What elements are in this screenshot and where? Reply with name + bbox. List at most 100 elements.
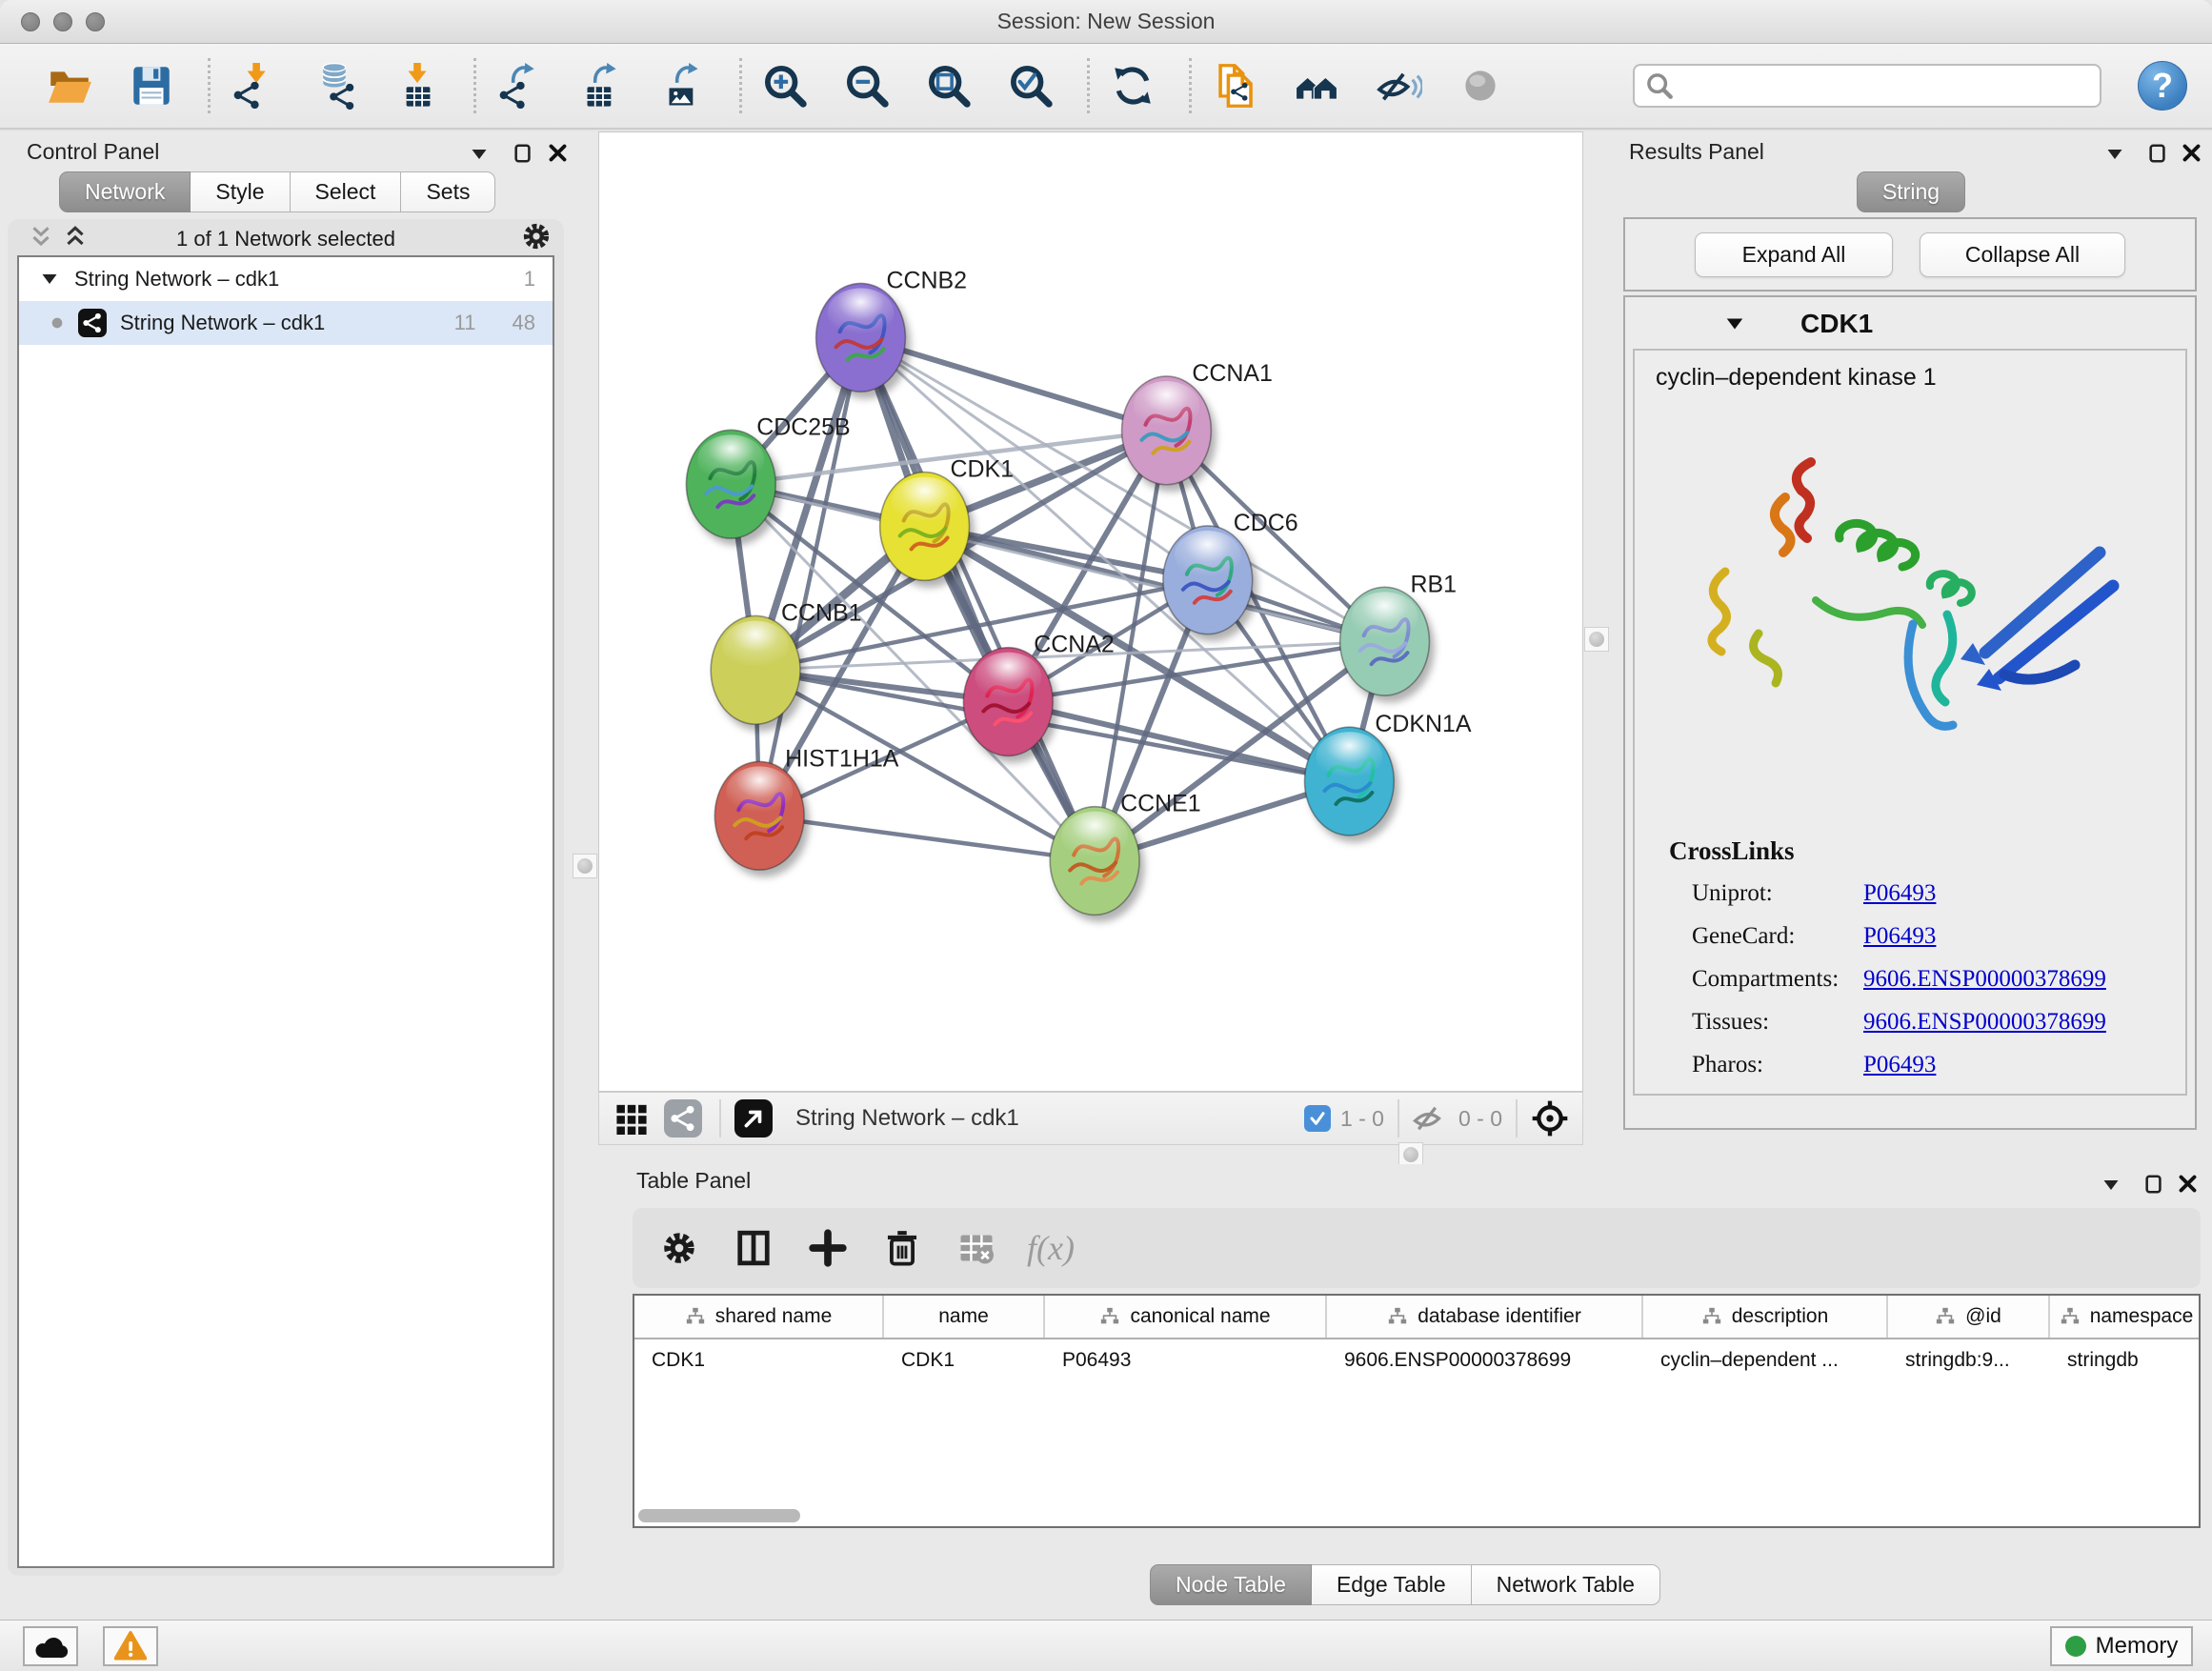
netbar-divider (719, 1099, 721, 1137)
show-grid-button[interactable] (613, 1099, 651, 1137)
detach-view-button[interactable] (734, 1099, 773, 1137)
search-input[interactable] (1680, 73, 2088, 98)
network-node-cdc25b[interactable]: CDC25B (686, 413, 850, 538)
apply-layout-button[interactable] (1107, 58, 1158, 113)
close-panel-icon[interactable] (547, 143, 568, 163)
horizontal-scrollbar-thumb[interactable] (638, 1509, 800, 1522)
network-node-hist1h1a[interactable]: HIST1H1A (714, 745, 898, 870)
cell-namespace[interactable]: stringdb (2050, 1339, 2201, 1381)
network-node-ccnb1[interactable]: CCNB1 (711, 599, 861, 724)
network-edge[interactable] (861, 337, 1167, 431)
cloud-status-button[interactable] (23, 1626, 78, 1666)
warnings-button[interactable] (103, 1626, 158, 1666)
import-network-from-file-button[interactable] (228, 58, 279, 113)
selected-nodes-checkbox[interactable] (1304, 1105, 1331, 1132)
cell-database-identifier[interactable]: 9606.ENSP00000378699 (1327, 1339, 1643, 1381)
cell-description[interactable]: cyclin–dependent ... (1643, 1339, 1888, 1381)
first-neighbors-button[interactable] (1291, 58, 1342, 113)
network-node-rb1[interactable]: RB1 (1340, 571, 1457, 695)
zoom-fit-button[interactable] (923, 58, 975, 113)
node-gloss-highlight (892, 477, 958, 527)
minimize-panel-icon[interactable] (2143, 1174, 2164, 1195)
new-network-from-selection-button[interactable] (1209, 58, 1260, 113)
left-splitter[interactable] (572, 131, 598, 1620)
crosslink-link[interactable]: 9606.ENSP00000378699 (1863, 1009, 2106, 1036)
show-columns-button[interactable] (730, 1224, 777, 1272)
tab-network[interactable]: Network (59, 171, 191, 212)
import-table-from-file-button[interactable] (392, 58, 443, 113)
export-table-button[interactable] (575, 58, 627, 113)
crosslink-link[interactable]: 9606.ENSP00000378699 (1863, 966, 2106, 993)
birds-eye-crosshair-icon[interactable] (1531, 1099, 1569, 1137)
delete-table-button[interactable] (953, 1224, 1000, 1272)
collapse-entry-triangle-icon[interactable] (1724, 313, 1745, 334)
open-session-button[interactable] (44, 58, 95, 113)
network-tree: String Network – cdk1 1 String Network –… (17, 255, 554, 1568)
cell-name[interactable]: CDK1 (884, 1339, 1045, 1381)
expand-all-button[interactable]: Expand All (1695, 232, 1893, 277)
network-options-gear-icon[interactable] (522, 222, 551, 251)
cell-id[interactable]: stringdb:9... (1888, 1339, 2050, 1381)
network-node-ccna1[interactable]: CCNA1 (1122, 360, 1273, 485)
float-panel-icon[interactable] (2105, 145, 2124, 164)
float-panel-icon[interactable] (469, 145, 490, 164)
tab-sets[interactable]: Sets (401, 171, 495, 212)
help-button[interactable]: ? (2138, 61, 2187, 111)
tab-network-table[interactable]: Network Table (1472, 1564, 1660, 1605)
save-session-button[interactable] (126, 58, 177, 113)
column-header[interactable]: canonical name (1045, 1296, 1327, 1338)
network-tree-child-row[interactable]: String Network – cdk1 11 48 (19, 301, 553, 345)
export-network-button[interactable] (493, 58, 545, 113)
import-network-from-database-button[interactable] (310, 58, 361, 113)
network-tree-root-row[interactable]: String Network – cdk1 1 (19, 257, 553, 301)
network-view-canvas[interactable]: CCNB2CCNA1CDC25BCDK1CDC6RB1CCNB1CCNA2CDK… (598, 131, 1583, 1092)
network-graph[interactable]: CCNB2CCNA1CDC25BCDK1CDC6RB1CCNB1CCNA2CDK… (599, 132, 1582, 1091)
zoom-in-button[interactable] (759, 58, 811, 113)
zoom-out-button[interactable] (841, 58, 893, 113)
cell-shared-name[interactable]: CDK1 (634, 1339, 884, 1381)
column-header[interactable]: shared name (634, 1296, 884, 1338)
network-edge[interactable] (861, 337, 1096, 860)
show-all-button[interactable] (1455, 58, 1506, 113)
add-column-button[interactable] (804, 1224, 852, 1272)
column-header[interactable]: database identifier (1327, 1296, 1643, 1338)
zoom-selected-button[interactable] (1005, 58, 1056, 113)
table-options-gear-button[interactable] (655, 1224, 703, 1272)
memory-button[interactable]: Memory (2050, 1626, 2193, 1666)
hide-selected-button[interactable] (1373, 58, 1424, 113)
tab-style[interactable]: Style (191, 171, 290, 212)
tab-string[interactable]: String (1857, 171, 1965, 212)
network-node-cdkn1a[interactable]: CDKN1A (1304, 711, 1471, 836)
function-builder-button[interactable]: f(x) (1027, 1228, 1075, 1268)
cell-canonical-name[interactable]: P06493 (1045, 1339, 1327, 1381)
table-row[interactable]: CDK1 CDK1 P06493 9606.ENSP00000378699 cy… (634, 1339, 2199, 1381)
disclosure-triangle-icon[interactable] (40, 270, 59, 289)
tab-node-table[interactable]: Node Table (1150, 1564, 1312, 1605)
close-panel-icon[interactable] (2182, 143, 2202, 163)
left-splitter-handle[interactable] (573, 854, 597, 878)
minimize-panel-icon[interactable] (513, 143, 533, 164)
column-header[interactable]: description (1643, 1296, 1888, 1338)
tab-edge-table[interactable]: Edge Table (1312, 1564, 1472, 1605)
export-table-icon (577, 62, 625, 110)
close-panel-icon[interactable] (2178, 1174, 2198, 1194)
export-image-button[interactable] (657, 58, 709, 113)
column-header[interactable]: namespace (2050, 1296, 2201, 1338)
right-splitter-handle[interactable] (1584, 627, 1609, 652)
right-splitter[interactable] (1583, 131, 1610, 1149)
minimize-panel-icon[interactable] (2147, 143, 2168, 164)
crosslink-link[interactable]: P06493 (1863, 923, 1936, 950)
tab-select[interactable]: Select (291, 171, 402, 212)
network-edge[interactable] (759, 815, 1095, 860)
delete-column-trash-button[interactable] (878, 1224, 926, 1272)
column-header[interactable]: name (884, 1296, 1045, 1338)
network-node-cdk1[interactable]: CDK1 (880, 456, 1014, 581)
crosslink-link[interactable]: P06493 (1863, 1052, 1936, 1078)
network-overview-button[interactable] (664, 1099, 702, 1137)
crosslink-link[interactable]: P06493 (1863, 880, 1936, 907)
network-edge[interactable] (1008, 702, 1349, 781)
collapse-all-button[interactable]: Collapse All (1920, 232, 2125, 277)
network-node-ccnb2[interactable]: CCNB2 (816, 267, 967, 392)
column-header[interactable]: @id (1888, 1296, 2050, 1338)
float-panel-icon[interactable] (2101, 1176, 2121, 1195)
